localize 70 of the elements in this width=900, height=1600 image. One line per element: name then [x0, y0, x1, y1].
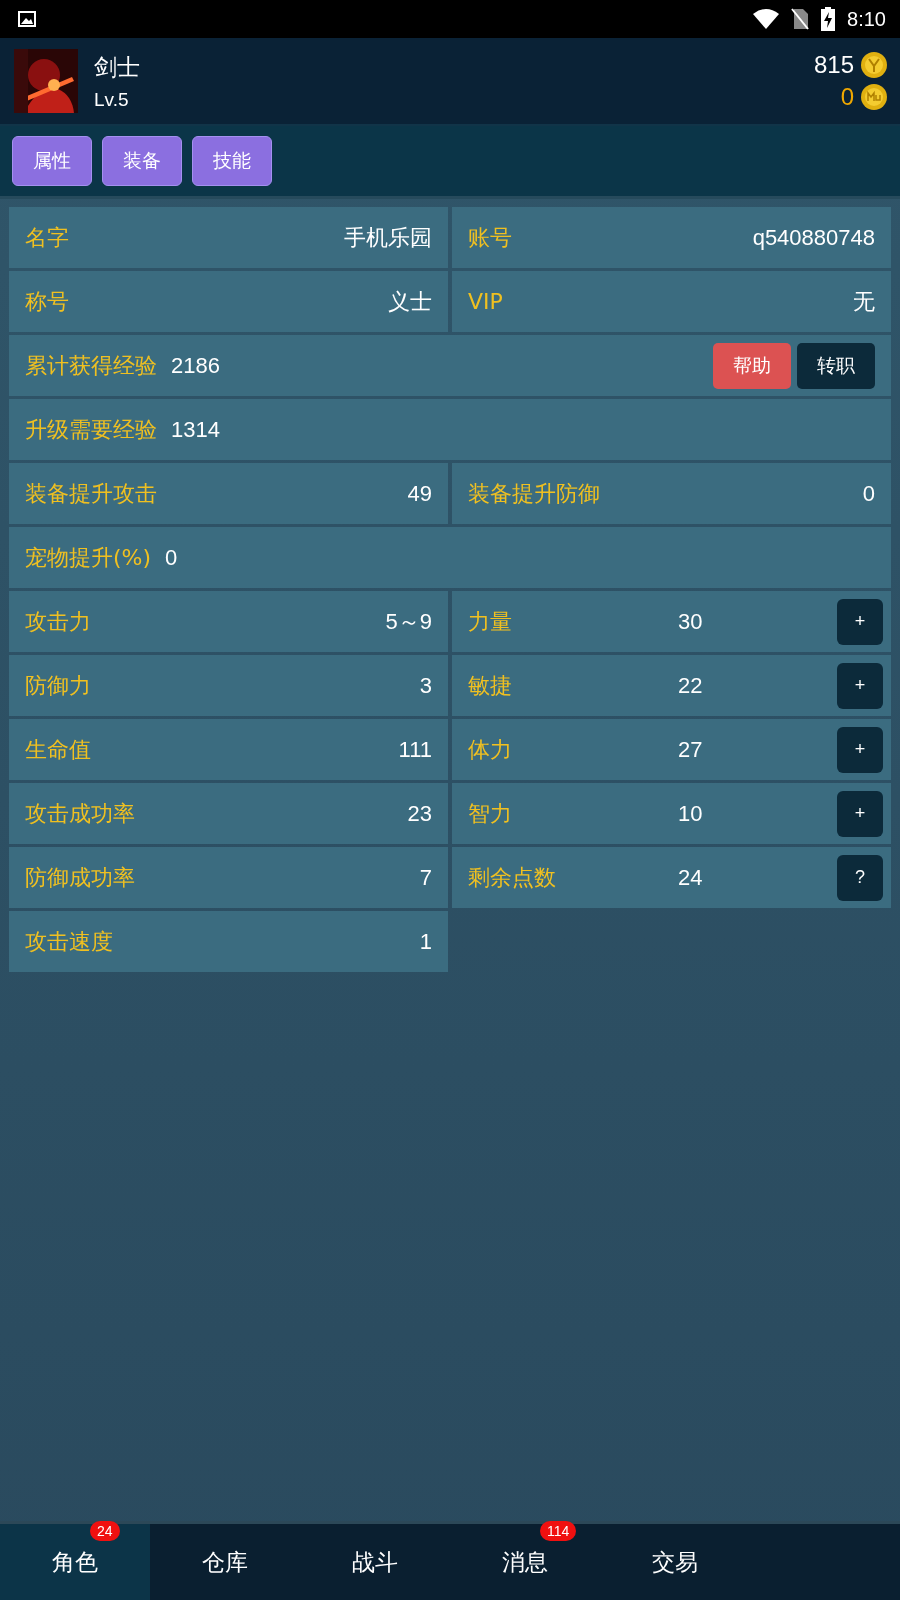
stat-value: 23: [407, 800, 432, 827]
stat-value: 5～9: [385, 607, 432, 636]
image-icon: [18, 11, 36, 27]
stat-value: 111: [398, 736, 432, 763]
tab-button[interactable]: 装备: [102, 136, 182, 186]
character-name: 剑士: [94, 52, 140, 82]
add-point-button[interactable]: +: [837, 598, 883, 645]
action-button[interactable]: 帮助: [713, 342, 791, 389]
stat-value: 24: [678, 864, 703, 891]
coin-icon: [860, 83, 888, 111]
add-point-button[interactable]: ?: [837, 854, 883, 901]
stat-label: 名字: [25, 223, 69, 252]
stat-label: VIP: [468, 289, 503, 314]
stat-value: 0: [862, 480, 875, 507]
stat-value: 1314: [171, 416, 220, 443]
stat-label: 升级需要经验: [25, 415, 157, 444]
stat-label: 称号: [25, 287, 69, 316]
stat-value: 手机乐园: [344, 223, 432, 252]
stat-value: 22: [678, 672, 703, 699]
stat-label: 防御力: [25, 671, 91, 700]
tab-button[interactable]: 属性: [12, 136, 92, 186]
stat-label: 攻击速度: [25, 927, 113, 956]
count-badge: 114: [540, 1520, 577, 1541]
stat-label: 攻击成功率: [25, 799, 135, 828]
stat-label: 剩余点数: [468, 863, 557, 892]
wifi-icon: [753, 9, 780, 29]
stat-value: 7: [419, 864, 432, 891]
stat-label: 体力: [468, 735, 513, 764]
stat-label: 装备提升防御: [468, 479, 600, 508]
stat-value: 10: [678, 800, 703, 827]
stat-label: 装备提升攻击: [25, 479, 157, 508]
nav-tab[interactable]: 角色 24: [0, 1524, 150, 1600]
stat-value: 30: [678, 608, 703, 635]
stat-label: 智力: [468, 799, 513, 828]
stat-label: 生命值: [25, 735, 91, 764]
status-time: 8:10: [847, 7, 886, 31]
count-badge: 24: [90, 1520, 120, 1541]
stat-value: q540880748: [752, 224, 875, 251]
stat-value: 0: [165, 544, 178, 571]
stat-value: 2186: [171, 352, 220, 379]
nav-tab[interactable]: 战斗: [300, 1524, 450, 1600]
battery-icon: [821, 7, 836, 31]
coin-icon: [860, 51, 888, 79]
add-point-button[interactable]: +: [837, 726, 883, 773]
nav-label: 仓库: [202, 1547, 248, 1577]
stat-label: 敏捷: [468, 671, 513, 700]
stat-label: 账号: [468, 223, 512, 252]
stat-value: 1: [419, 928, 432, 955]
mu-amount: 0: [840, 83, 854, 111]
nav-label: 战斗: [352, 1547, 398, 1577]
stat-label: 防御成功率: [25, 863, 135, 892]
stat-value: 3: [419, 672, 432, 699]
coin-amount: 815: [813, 51, 854, 79]
nav-tab[interactable]: 仓库: [150, 1524, 300, 1600]
stat-value: 49: [407, 480, 432, 507]
stat-label: 宠物提升(%): [25, 543, 152, 572]
stat-label: 攻击力: [25, 607, 91, 636]
stat-value: 27: [678, 736, 703, 763]
nav-label: 交易: [652, 1547, 698, 1577]
character-level: Lv.5: [94, 88, 130, 111]
no-sim-icon: [791, 8, 810, 30]
stat-label: 累计获得经验: [25, 351, 157, 380]
add-point-button[interactable]: +: [837, 790, 883, 837]
action-button[interactable]: 转职: [797, 342, 875, 389]
nav-tab[interactable]: 交易: [600, 1524, 750, 1600]
stat-label: 力量: [468, 607, 513, 636]
stat-value: 义士: [388, 287, 432, 316]
stat-value: 无: [853, 287, 875, 316]
tab-button[interactable]: 技能: [192, 136, 272, 186]
add-point-button[interactable]: +: [837, 662, 883, 709]
